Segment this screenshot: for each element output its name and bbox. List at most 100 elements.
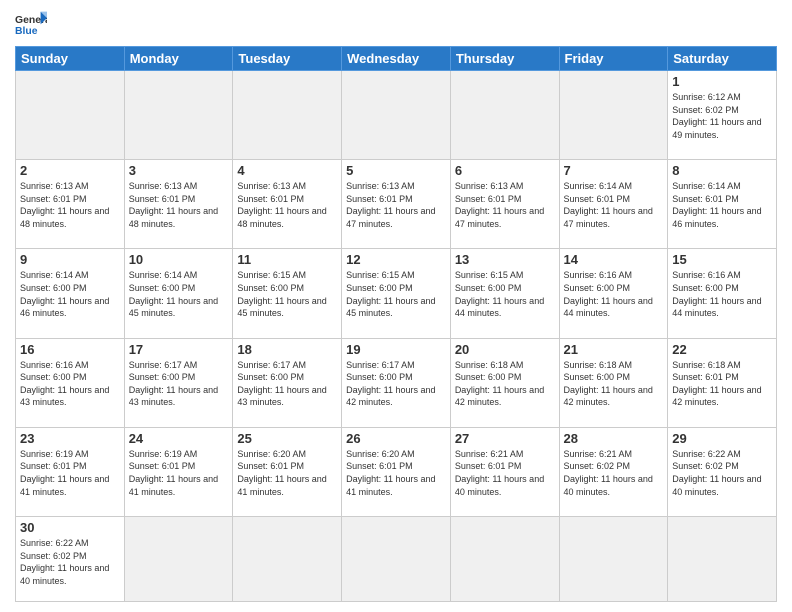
day-number: 23 [20, 431, 120, 446]
day-number: 18 [237, 342, 337, 357]
calendar-cell: 5 Sunrise: 6:13 AMSunset: 6:01 PMDaylight… [342, 160, 451, 249]
weekday-header-monday: Monday [124, 47, 233, 71]
day-number: 20 [455, 342, 555, 357]
header: General Blue [15, 10, 777, 38]
calendar-cell: 21 Sunrise: 6:18 AMSunset: 6:00 PMDayligh… [559, 338, 668, 427]
day-number: 24 [129, 431, 229, 446]
logo-icon: General Blue [15, 10, 47, 38]
day-number: 5 [346, 163, 446, 178]
week-row-5: 23 Sunrise: 6:19 AMSunset: 6:01 PMDayligh… [16, 427, 777, 516]
day-number: 26 [346, 431, 446, 446]
calendar-cell [342, 71, 451, 160]
day-number: 29 [672, 431, 772, 446]
day-info: Sunrise: 6:13 AMSunset: 6:01 PMDaylight:… [129, 180, 229, 230]
calendar-cell [342, 516, 451, 601]
day-number: 17 [129, 342, 229, 357]
calendar-cell [668, 516, 777, 601]
week-row-4: 16Sunrise: 6:16 AMSunset: 6:00 PMDayligh… [16, 338, 777, 427]
week-row-1: 1 Sunrise: 6:12 AMSunset: 6:02 PMDaylight… [16, 71, 777, 160]
day-info: Sunrise: 6:18 AMSunset: 6:01 PMDaylight:… [672, 359, 772, 409]
week-row-2: 2 Sunrise: 6:13 AMSunset: 6:01 PMDaylight… [16, 160, 777, 249]
day-info: Sunrise: 6:19 AMSunset: 6:01 PMDaylight:… [20, 448, 120, 498]
calendar-cell [124, 71, 233, 160]
calendar-cell: 1 Sunrise: 6:12 AMSunset: 6:02 PMDaylight… [668, 71, 777, 160]
calendar-cell: 11Sunrise: 6:15 AMSunset: 6:00 PMDayligh… [233, 249, 342, 338]
day-info: Sunrise: 6:17 AMSunset: 6:00 PMDaylight:… [129, 359, 229, 409]
calendar-cell [450, 71, 559, 160]
calendar-cell: 2 Sunrise: 6:13 AMSunset: 6:01 PMDaylight… [16, 160, 125, 249]
day-info: Sunrise: 6:13 AMSunset: 6:01 PMDaylight:… [237, 180, 337, 230]
day-number: 3 [129, 163, 229, 178]
day-number: 4 [237, 163, 337, 178]
day-info: Sunrise: 6:19 AMSunset: 6:01 PMDaylight:… [129, 448, 229, 498]
calendar-cell [124, 516, 233, 601]
weekday-header-tuesday: Tuesday [233, 47, 342, 71]
calendar-cell: 3 Sunrise: 6:13 AMSunset: 6:01 PMDaylight… [124, 160, 233, 249]
day-info: Sunrise: 6:14 AMSunset: 6:00 PMDaylight:… [20, 269, 120, 319]
calendar-cell: 8Sunrise: 6:14 AMSunset: 6:01 PMDaylight… [668, 160, 777, 249]
logo: General Blue [15, 10, 47, 38]
calendar-cell: 18 Sunrise: 6:17 AMSunset: 6:00 PMDayligh… [233, 338, 342, 427]
calendar-cell: 17 Sunrise: 6:17 AMSunset: 6:00 PMDayligh… [124, 338, 233, 427]
calendar-cell: 14 Sunrise: 6:16 AMSunset: 6:00 PMDayligh… [559, 249, 668, 338]
calendar-cell: 23 Sunrise: 6:19 AMSunset: 6:01 PMDayligh… [16, 427, 125, 516]
calendar-cell [559, 71, 668, 160]
day-info: Sunrise: 6:14 AMSunset: 6:01 PMDaylight:… [672, 180, 772, 230]
day-number: 25 [237, 431, 337, 446]
day-number: 19 [346, 342, 446, 357]
day-number: 2 [20, 163, 120, 178]
day-info: Sunrise: 6:16 AMSunset: 6:00 PMDaylight:… [672, 269, 772, 319]
day-info: Sunrise: 6:22 AMSunset: 6:02 PMDaylight:… [20, 537, 120, 587]
day-info: Sunrise: 6:17 AMSunset: 6:00 PMDaylight:… [237, 359, 337, 409]
day-info: Sunrise: 6:13 AMSunset: 6:01 PMDaylight:… [20, 180, 120, 230]
calendar-cell: 19Sunrise: 6:17 AMSunset: 6:00 PMDayligh… [342, 338, 451, 427]
calendar-cell: 13 Sunrise: 6:15 AMSunset: 6:00 PMDayligh… [450, 249, 559, 338]
calendar-cell: 9Sunrise: 6:14 AMSunset: 6:00 PMDaylight… [16, 249, 125, 338]
weekday-header-sunday: Sunday [16, 47, 125, 71]
day-number: 6 [455, 163, 555, 178]
calendar-cell: 15 Sunrise: 6:16 AMSunset: 6:00 PMDayligh… [668, 249, 777, 338]
day-info: Sunrise: 6:15 AMSunset: 6:00 PMDaylight:… [455, 269, 555, 319]
calendar-cell: 6 Sunrise: 6:13 AMSunset: 6:01 PMDaylight… [450, 160, 559, 249]
day-number: 21 [564, 342, 664, 357]
day-info: Sunrise: 6:18 AMSunset: 6:00 PMDaylight:… [564, 359, 664, 409]
day-number: 12 [346, 252, 446, 267]
day-number: 30 [20, 520, 120, 535]
day-info: Sunrise: 6:21 AMSunset: 6:02 PMDaylight:… [564, 448, 664, 498]
day-info: Sunrise: 6:20 AMSunset: 6:01 PMDaylight:… [346, 448, 446, 498]
calendar-cell: 7 Sunrise: 6:14 AMSunset: 6:01 PMDaylight… [559, 160, 668, 249]
day-number: 13 [455, 252, 555, 267]
day-number: 1 [672, 74, 772, 89]
calendar-cell [233, 516, 342, 601]
day-info: Sunrise: 6:13 AMSunset: 6:01 PMDaylight:… [346, 180, 446, 230]
weekday-header-wednesday: Wednesday [342, 47, 451, 71]
calendar-cell: 4 Sunrise: 6:13 AMSunset: 6:01 PMDaylight… [233, 160, 342, 249]
calendar-cell: 12Sunrise: 6:15 AMSunset: 6:00 PMDayligh… [342, 249, 451, 338]
calendar-cell: 16Sunrise: 6:16 AMSunset: 6:00 PMDayligh… [16, 338, 125, 427]
day-info: Sunrise: 6:14 AMSunset: 6:00 PMDaylight:… [129, 269, 229, 319]
day-info: Sunrise: 6:12 AMSunset: 6:02 PMDaylight:… [672, 91, 772, 141]
weekday-header-saturday: Saturday [668, 47, 777, 71]
calendar-cell: 26 Sunrise: 6:20 AMSunset: 6:01 PMDayligh… [342, 427, 451, 516]
day-number: 14 [564, 252, 664, 267]
weekday-header-thursday: Thursday [450, 47, 559, 71]
calendar-cell: 20 Sunrise: 6:18 AMSunset: 6:00 PMDayligh… [450, 338, 559, 427]
day-info: Sunrise: 6:13 AMSunset: 6:01 PMDaylight:… [455, 180, 555, 230]
day-number: 22 [672, 342, 772, 357]
calendar-cell [233, 71, 342, 160]
week-row-3: 9Sunrise: 6:14 AMSunset: 6:00 PMDaylight… [16, 249, 777, 338]
page: General Blue SundayMondayTuesdayWednesda… [0, 0, 792, 612]
day-info: Sunrise: 6:22 AMSunset: 6:02 PMDaylight:… [672, 448, 772, 498]
calendar-cell [16, 71, 125, 160]
day-info: Sunrise: 6:16 AMSunset: 6:00 PMDaylight:… [564, 269, 664, 319]
day-number: 10 [129, 252, 229, 267]
day-info: Sunrise: 6:18 AMSunset: 6:00 PMDaylight:… [455, 359, 555, 409]
day-number: 27 [455, 431, 555, 446]
day-info: Sunrise: 6:20 AMSunset: 6:01 PMDaylight:… [237, 448, 337, 498]
svg-text:Blue: Blue [15, 26, 38, 37]
day-info: Sunrise: 6:14 AMSunset: 6:01 PMDaylight:… [564, 180, 664, 230]
day-number: 7 [564, 163, 664, 178]
day-number: 28 [564, 431, 664, 446]
calendar-cell: 28 Sunrise: 6:21 AMSunset: 6:02 PMDayligh… [559, 427, 668, 516]
day-number: 15 [672, 252, 772, 267]
